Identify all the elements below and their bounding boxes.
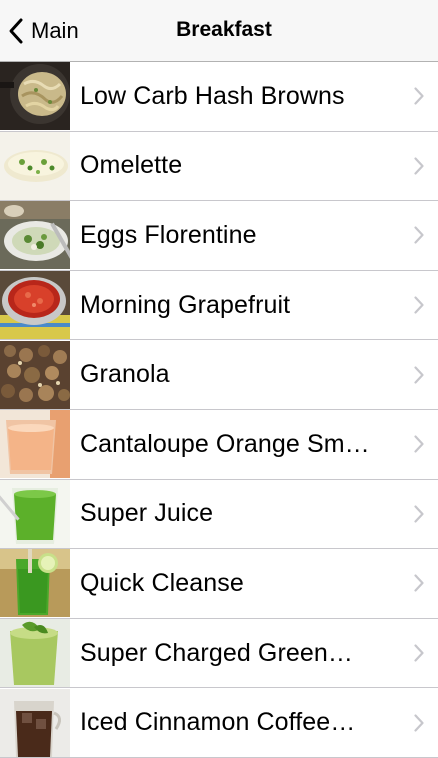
list-item[interactable]: Cantaloupe Orange Sm… xyxy=(0,409,438,480)
chevron-right-icon xyxy=(414,714,424,732)
omelette-image xyxy=(0,131,70,200)
chevron-right-icon xyxy=(414,87,424,105)
cleanse-drink-image xyxy=(0,549,70,618)
chevron-right-icon xyxy=(414,435,424,453)
navigation-bar: Main Breakfast xyxy=(0,0,438,62)
recipe-title: Super Charged Green… xyxy=(80,638,353,667)
chevron-right-icon xyxy=(414,157,424,175)
hash-browns-image xyxy=(0,62,70,131)
recipe-title: Morning Grapefruit xyxy=(80,290,291,319)
recipe-title: Super Juice xyxy=(80,499,214,528)
recipe-title: Cantaloupe Orange Sm… xyxy=(80,429,370,458)
recipe-title: Granola xyxy=(80,360,170,389)
chevron-right-icon xyxy=(414,505,424,523)
list-item[interactable]: Super Juice xyxy=(0,479,438,550)
chevron-right-icon xyxy=(414,644,424,662)
recipe-list: Low Carb Hash Browns Omelette Eggs Flore… xyxy=(0,62,438,758)
recipe-title: Iced Cinnamon Coffee… xyxy=(80,708,356,737)
green-juice-image xyxy=(0,479,70,548)
recipe-title: Quick Cleanse xyxy=(80,568,244,597)
list-item[interactable]: Omelette xyxy=(0,131,438,202)
chevron-right-icon xyxy=(414,574,424,593)
list-item[interactable]: Quick Cleanse xyxy=(0,549,438,619)
chevron-right-icon xyxy=(414,226,424,245)
list-item[interactable]: Iced Cinnamon Coffee… xyxy=(0,688,438,758)
recipe-title: Eggs Florentine xyxy=(80,220,257,249)
list-item[interactable]: Eggs Florentine xyxy=(0,201,438,271)
iced-coffee-image xyxy=(0,688,70,757)
recipe-title: Omelette xyxy=(80,151,183,180)
list-item[interactable]: Super Charged Green… xyxy=(0,618,438,689)
granola-image xyxy=(0,340,70,409)
list-item[interactable]: Low Carb Hash Browns xyxy=(0,62,438,132)
green-smoothie-image xyxy=(0,619,70,688)
chevron-right-icon xyxy=(414,366,424,384)
eggs-florentine-image xyxy=(0,201,70,270)
list-item[interactable]: Morning Grapefruit xyxy=(0,270,438,341)
list-item[interactable]: Granola xyxy=(0,340,438,410)
smoothie-image xyxy=(0,410,70,479)
chevron-right-icon xyxy=(414,296,424,314)
recipe-title: Low Carb Hash Browns xyxy=(80,81,345,110)
grapefruit-image xyxy=(0,271,70,340)
page-title: Breakfast xyxy=(176,18,272,41)
